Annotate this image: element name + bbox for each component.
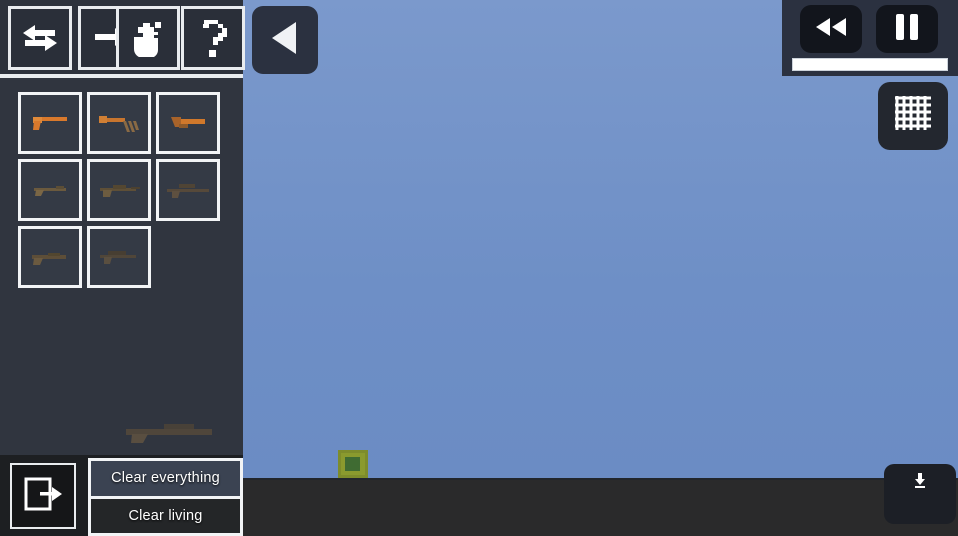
clear-everything-button[interactable]: Clear everything bbox=[91, 461, 240, 499]
smg-sprite bbox=[99, 116, 139, 132]
pause-icon bbox=[894, 12, 920, 47]
help-button[interactable] bbox=[181, 6, 245, 70]
clear-living-button[interactable]: Clear living bbox=[91, 498, 240, 533]
machinegun-sprite bbox=[100, 251, 136, 264]
shotgun-sprite bbox=[32, 253, 66, 265]
weapon-slot-pistol[interactable] bbox=[18, 92, 82, 154]
clear-button-group: Clear everything Clear living bbox=[88, 458, 243, 536]
weapon-slot-sniper[interactable] bbox=[156, 159, 220, 221]
help-question-icon bbox=[196, 16, 230, 60]
sawed-off-sprite bbox=[171, 117, 205, 128]
exit-icon bbox=[22, 474, 64, 519]
weapon-inventory-grid bbox=[18, 92, 228, 288]
paint-bucket-icon bbox=[130, 19, 166, 57]
weapon-slot-sawed-off[interactable] bbox=[156, 92, 220, 154]
playback-controls-panel bbox=[782, 0, 958, 76]
toolbar-divider bbox=[0, 74, 243, 78]
dropped-weapon-sprite[interactable] bbox=[118, 418, 236, 444]
scene-prop-crate[interactable] bbox=[338, 450, 368, 478]
weapon-slot-rifle[interactable] bbox=[18, 159, 82, 221]
save-button[interactable] bbox=[884, 464, 956, 524]
speed-slider[interactable] bbox=[792, 58, 948, 71]
rewind-button[interactable] bbox=[800, 5, 862, 53]
weapon-slot-machinegun[interactable] bbox=[87, 226, 151, 288]
swap-icon bbox=[21, 21, 59, 55]
sidebar-toolbar bbox=[0, 0, 245, 78]
paint-button[interactable] bbox=[116, 6, 180, 70]
back-button[interactable] bbox=[252, 6, 318, 74]
swap-button[interactable] bbox=[8, 6, 72, 70]
pistol-sprite bbox=[33, 117, 67, 130]
weapon-slot-smg[interactable] bbox=[87, 92, 151, 154]
exit-button[interactable] bbox=[10, 463, 76, 529]
left-sidebar: Clear everything Clear living bbox=[0, 0, 245, 536]
game-screen: Clear everything Clear living bbox=[0, 0, 958, 536]
sniper-sprite bbox=[167, 184, 209, 198]
triangle-left-icon bbox=[268, 19, 302, 62]
grid-icon bbox=[893, 94, 933, 139]
toggle-grid-button[interactable] bbox=[878, 82, 948, 150]
rewind-icon bbox=[813, 15, 849, 44]
rifle-sprite bbox=[34, 186, 66, 196]
weapon-slot-carbine[interactable] bbox=[87, 159, 151, 221]
pause-button[interactable] bbox=[876, 5, 938, 53]
carbine-sprite bbox=[100, 185, 140, 197]
download-icon bbox=[912, 472, 928, 493]
weapon-slot-shotgun[interactable] bbox=[18, 226, 82, 288]
sidebar-bottom-bar: Clear everything Clear living bbox=[0, 455, 243, 536]
